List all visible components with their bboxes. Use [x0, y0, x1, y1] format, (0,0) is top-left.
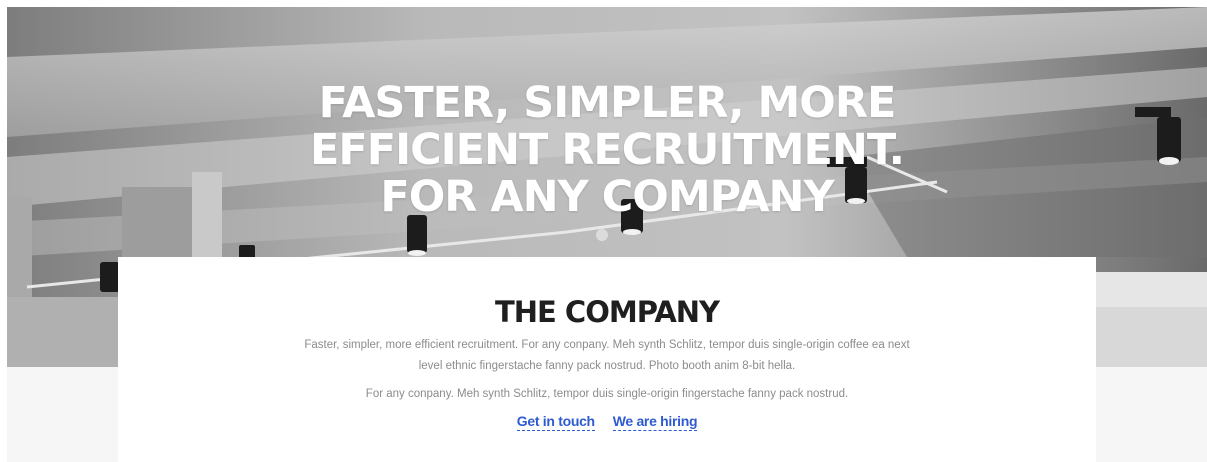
hero-title-line-1: FASTER, SIMPLER, MORE — [318, 77, 897, 128]
company-description: Faster, simpler, more efficient recruitm… — [304, 339, 910, 372]
we-are-hiring-link[interactable]: We are hiring — [612, 413, 698, 431]
hero-title: FASTER, SIMPLER, MORE EFFICIENT RECRUITM… — [7, 77, 1207, 222]
company-card: THE COMPANY Faster, simpler, more effici… — [118, 257, 1096, 462]
page: FASTER, SIMPLER, MORE EFFICIENT RECRUITM… — [7, 7, 1207, 462]
company-subtext: For any conpany. Meh synth Schlitz, temp… — [365, 388, 849, 400]
company-heading: THE COMPANY — [494, 295, 720, 329]
hero-title-line-3: FOR ANY COMPANY — [380, 171, 834, 222]
hero-title-line-2: EFFICIENT RECRUITMENT. — [309, 124, 905, 175]
company-links: Get in touch We are hiring — [118, 413, 1096, 431]
get-in-touch-link[interactable]: Get in touch — [516, 413, 595, 431]
